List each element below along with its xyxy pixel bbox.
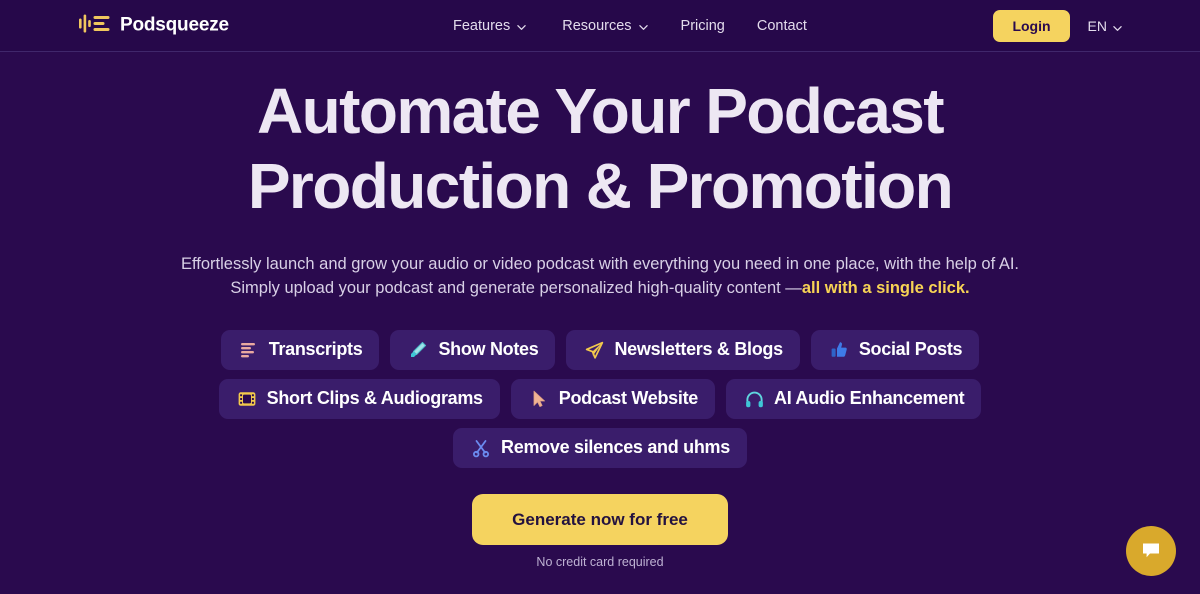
subhead-line-2: Simply upload your podcast and generate … bbox=[230, 279, 802, 298]
feature-pill-podcast-website[interactable]: Podcast Website bbox=[510, 379, 715, 420]
generate-now-button[interactable]: Generate now for free bbox=[472, 494, 728, 546]
feature-pill-show-notes[interactable]: Show Notes bbox=[390, 330, 556, 371]
hero-section: Automate Your Podcast Production & Promo… bbox=[0, 53, 1200, 594]
text-lines-icon bbox=[238, 339, 260, 361]
feature-pill-short-clips-audiograms-label: Short Clips & Audiograms bbox=[266, 388, 483, 409]
cta-section: Generate now for free No credit card req… bbox=[472, 494, 728, 569]
feature-pill-remove-silences-label: Remove silences and uhms bbox=[501, 437, 730, 458]
login-button[interactable]: Login bbox=[993, 9, 1070, 42]
subhead-line-1: Effortlessly launch and grow your audio … bbox=[180, 255, 1020, 273]
cta-note: No credit card required bbox=[536, 555, 664, 570]
feature-pill-social-posts[interactable]: Social Posts bbox=[810, 330, 980, 371]
page-title: Automate Your Podcast Production & Promo… bbox=[0, 79, 1200, 218]
language-selector[interactable]: EN bbox=[1088, 18, 1122, 34]
headline-line-1: Automate Your Podcast bbox=[257, 75, 945, 147]
cursor-arrow-icon bbox=[528, 388, 550, 410]
film-strip-icon bbox=[236, 388, 258, 410]
feature-pill-newsletters-blogs[interactable]: Newsletters & Blogs bbox=[566, 330, 800, 371]
feature-pill-short-clips-audiograms[interactable]: Short Clips & Audiograms bbox=[218, 379, 500, 420]
nav-item-pricing-label: Pricing bbox=[680, 17, 725, 34]
nav-item-features[interactable]: Features bbox=[453, 14, 526, 38]
paper-plane-icon bbox=[583, 339, 605, 361]
main-nav: Features Resources Pricing Contact bbox=[453, 14, 807, 38]
feature-pill-social-posts-label: Social Posts bbox=[858, 339, 963, 360]
chevron-down-icon bbox=[1113, 20, 1122, 31]
nav-item-pricing[interactable]: Pricing bbox=[681, 14, 725, 38]
feature-pill-list: Transcripts Show Notes Newsletters & Blo… bbox=[200, 330, 1000, 469]
thumbs-up-icon bbox=[828, 339, 850, 361]
nav-item-features-label: Features bbox=[453, 17, 511, 34]
site-header: Podsqueeze Features Resources Pricing Co… bbox=[0, 0, 1200, 52]
feature-pill-transcripts[interactable]: Transcripts bbox=[220, 330, 380, 371]
chevron-down-icon bbox=[517, 20, 526, 30]
feature-pill-remove-silences[interactable]: Remove silences and uhms bbox=[453, 428, 747, 469]
brand-logo[interactable]: Podsqueeze bbox=[79, 13, 229, 38]
highlighter-pen-icon bbox=[407, 339, 429, 361]
nav-item-contact-label: Contact bbox=[756, 17, 807, 34]
scissors-icon bbox=[470, 437, 492, 459]
chat-widget-button[interactable] bbox=[1126, 526, 1176, 576]
headphones-icon bbox=[743, 388, 765, 410]
header-actions: Login EN bbox=[993, 9, 1122, 42]
nav-item-resources[interactable]: Resources bbox=[562, 14, 648, 38]
language-selector-label: EN bbox=[1087, 17, 1107, 34]
feature-pill-show-notes-label: Show Notes bbox=[438, 339, 539, 360]
feature-pill-podcast-website-label: Podcast Website bbox=[558, 388, 699, 409]
chevron-down-icon bbox=[638, 20, 648, 30]
feature-pill-newsletters-blogs-label: Newsletters & Blogs bbox=[614, 339, 783, 360]
headline-line-2: Production & Promotion bbox=[247, 150, 954, 222]
brand-name: Podsqueeze bbox=[120, 14, 229, 36]
feature-pill-ai-audio-enhancement-label: AI Audio Enhancement bbox=[774, 388, 965, 409]
nav-item-resources-label: Resources bbox=[562, 17, 632, 34]
hero-subheading: Effortlessly launch and grow your audio … bbox=[181, 252, 1019, 300]
audio-bars-lines-icon bbox=[79, 13, 111, 38]
feature-pill-transcripts-label: Transcripts bbox=[268, 339, 363, 360]
nav-item-contact[interactable]: Contact bbox=[757, 14, 807, 38]
feature-pill-ai-audio-enhancement[interactable]: AI Audio Enhancement bbox=[726, 379, 982, 420]
chat-bubble-icon bbox=[1139, 538, 1163, 565]
subhead-emphasis: all with a single click. bbox=[801, 279, 970, 298]
